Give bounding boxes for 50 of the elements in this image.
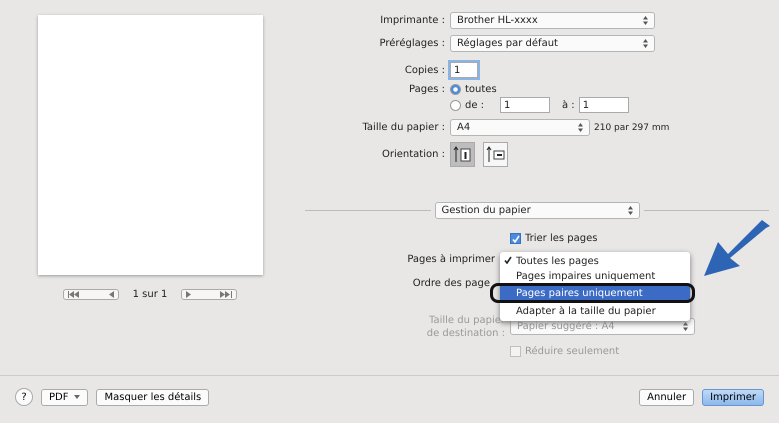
from-field[interactable]: 1 — [500, 97, 550, 113]
next-icon — [186, 291, 192, 298]
previous-page-button[interactable] — [62, 289, 119, 300]
radio-button[interactable] — [450, 100, 461, 110]
stepper-arrows-icon — [643, 16, 648, 25]
radio-button[interactable] — [450, 84, 461, 95]
menu-item[interactable]: Pages impaires uniquement — [500, 269, 690, 284]
field-label: Pages à imprimer — [406, 254, 496, 264]
stepper-arrows-icon — [628, 206, 632, 215]
pdf-button[interactable]: PDF — [41, 388, 88, 406]
radio-label: de : — [465, 100, 484, 110]
cancel-button[interactable]: Annuler — [639, 388, 694, 406]
portrait-button[interactable] — [450, 142, 475, 167]
menu-item[interactable]: Adapter à la taille du papier — [500, 304, 690, 319]
checkbox[interactable] — [510, 233, 521, 244]
field-label: Imprimante : — [379, 15, 446, 26]
menu-item[interactable]: Toutes les pages — [500, 254, 690, 269]
field-label: Orientation : — [380, 149, 446, 160]
caret-icon — [74, 395, 80, 399]
field-label: Taille du papier : — [361, 122, 446, 133]
radio-label: toutes — [465, 84, 497, 95]
last-page-icon — [220, 291, 232, 298]
section-dropdown[interactable]: Gestion du papier — [434, 202, 640, 219]
field-label: Préréglages : — [378, 38, 446, 49]
first-page-icon — [68, 291, 80, 298]
field-label: Pages : — [408, 84, 446, 95]
stepper-arrows-icon — [578, 123, 583, 132]
paper-dimensions: 210 par 297 mm — [594, 122, 670, 132]
field-label: à : — [562, 100, 575, 110]
previous-icon — [108, 291, 114, 298]
next-page-button[interactable] — [181, 289, 238, 300]
stepper-arrows-icon — [643, 39, 648, 48]
checkbox-label: Réduire seulement — [525, 346, 620, 357]
checkbox-label: Trier les pages — [525, 233, 598, 244]
dropdown[interactable]: Brother HL-xxxx — [450, 12, 655, 29]
landscape-button[interactable] — [483, 142, 508, 167]
print-button[interactable]: Imprimer — [702, 388, 764, 406]
stepper-arrows-icon — [683, 322, 688, 331]
field-label: Ordre des page — [412, 278, 491, 288]
page-counter: 1 sur 1 — [132, 289, 168, 300]
menu-item[interactable]: Pages paires uniquement — [500, 286, 690, 301]
field-label: Copies : — [404, 64, 446, 76]
checkmark-icon — [504, 256, 512, 264]
copies-field[interactable]: 1 — [450, 62, 478, 78]
help-button[interactable]: ? — [15, 388, 33, 406]
dropdown[interactable]: Réglages par défaut — [450, 35, 655, 52]
hide-details-button[interactable]: Masquer les détails — [96, 388, 210, 406]
checkmark-icon — [512, 234, 520, 242]
to-field[interactable]: 1 — [578, 97, 629, 113]
dropdown[interactable]: A4 — [450, 119, 590, 136]
